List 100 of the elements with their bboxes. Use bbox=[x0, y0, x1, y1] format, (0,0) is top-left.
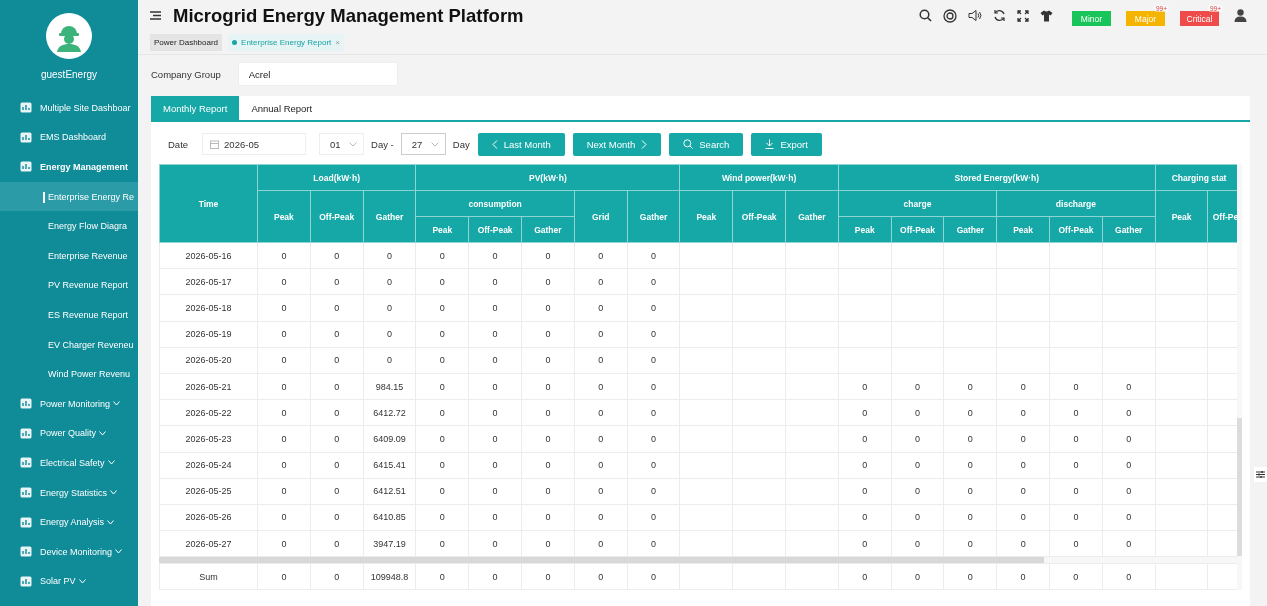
table-cell: 0 bbox=[1102, 425, 1156, 452]
table-cell: 0 bbox=[627, 347, 680, 374]
table-cell: 0 bbox=[627, 563, 680, 590]
table-cell: 0 bbox=[257, 321, 311, 348]
date-cell: 2026-05-22 bbox=[159, 399, 258, 426]
refresh-icon[interactable] bbox=[993, 9, 1006, 23]
submenu-item[interactable]: Energy Flow Diagra bbox=[0, 211, 138, 241]
table-cell: 0 bbox=[521, 563, 575, 590]
table-cell: 0 bbox=[891, 478, 944, 505]
shirt-icon[interactable] bbox=[1040, 9, 1053, 22]
toolbar-button[interactable]: Search bbox=[669, 132, 744, 156]
sidebar-item[interactable]: Device Monitoring bbox=[0, 536, 138, 567]
day-select[interactable]: 01 bbox=[319, 133, 365, 155]
chart-icon bbox=[20, 487, 32, 498]
table-cell: 0 bbox=[574, 268, 628, 295]
table-cell: 0 bbox=[415, 530, 469, 557]
horizontal-scrollbar[interactable] bbox=[159, 557, 1237, 564]
sidebar-item[interactable]: EMS Dashboard bbox=[0, 122, 138, 153]
toolbar-button[interactable]: Next Month bbox=[572, 132, 662, 156]
table-cell: 0 bbox=[627, 268, 680, 295]
table-cell: 0 bbox=[310, 242, 364, 269]
table-cell: 0 bbox=[257, 563, 311, 590]
chevron-down-icon bbox=[110, 490, 118, 495]
report-tab[interactable]: Monthly Report bbox=[151, 96, 240, 120]
table-cell: 0 bbox=[415, 268, 469, 295]
table-cell: 0 bbox=[257, 347, 311, 374]
submenu-item[interactable]: EV Charger Reveneu bbox=[0, 329, 138, 360]
date-cell: 2026-05-20 bbox=[159, 347, 258, 374]
column-header: Time bbox=[159, 164, 258, 243]
table-cell: 0 bbox=[415, 504, 469, 531]
table-cell: 0 bbox=[521, 268, 575, 295]
toolbar-button[interactable]: Last Month bbox=[477, 132, 565, 156]
report-tab[interactable]: Annual Report bbox=[239, 96, 325, 120]
app-title: Microgrid Energy Management Platform bbox=[173, 4, 524, 27]
date-field[interactable]: 2026-05 bbox=[202, 133, 307, 155]
sidebar-item[interactable]: Solar PV bbox=[0, 566, 138, 597]
chevron-right-icon bbox=[641, 139, 648, 149]
vertical-scrollbar[interactable] bbox=[1237, 164, 1242, 591]
table-cell: 0 bbox=[310, 425, 364, 452]
chart-icon bbox=[20, 131, 32, 143]
date-cell: 2026-05-24 bbox=[159, 452, 258, 479]
table-cell: 0 bbox=[257, 504, 311, 531]
page-tab[interactable]: Enterprise Energy Report × bbox=[228, 34, 344, 52]
search-icon[interactable] bbox=[919, 9, 932, 23]
submenu-item[interactable]: Enterprise Revenue bbox=[0, 240, 138, 271]
alarm-badge-button[interactable]: Minor bbox=[1072, 11, 1111, 27]
close-button[interactable]: × bbox=[335, 38, 340, 48]
table-cell: 0 bbox=[574, 294, 628, 322]
table-cell: 0 bbox=[943, 563, 997, 590]
table-cell: 0 bbox=[627, 425, 680, 452]
table-cell: 0 bbox=[574, 530, 628, 557]
table-cell: 0 bbox=[838, 425, 892, 452]
table-cell: 0 bbox=[838, 530, 892, 557]
table-cell: 0 bbox=[310, 478, 364, 505]
table-cell: 0 bbox=[310, 530, 364, 557]
table-cell: 0 bbox=[415, 399, 469, 426]
sidebar-item[interactable]: Energy Statistics bbox=[0, 477, 138, 508]
table-cell: 0 bbox=[257, 268, 311, 295]
sidebar-item[interactable]: Electrical Safety bbox=[0, 448, 138, 478]
table-cell: 984.15 bbox=[363, 373, 416, 400]
table-cell: 0 bbox=[468, 504, 522, 531]
table-cell: 0 bbox=[310, 268, 364, 295]
submenu-item[interactable]: Wind Power Revenu bbox=[0, 359, 138, 389]
alarm-badge-button[interactable]: Critical bbox=[1180, 11, 1219, 27]
table-cell: 0 bbox=[943, 452, 997, 479]
company-group-field[interactable]: Acrel bbox=[237, 62, 398, 86]
table-cell: 0 bbox=[521, 347, 575, 374]
table-cell: 0 bbox=[310, 399, 364, 426]
sidebar-item[interactable]: Power Monitoring bbox=[0, 388, 138, 419]
fullscreen-icon[interactable] bbox=[1017, 9, 1029, 22]
submenu-item[interactable]: ES Revenue Report bbox=[0, 300, 138, 330]
sidebar-item[interactable]: Energy Analysis bbox=[0, 507, 138, 537]
column-group-header: Stored Energy(kW·h) bbox=[838, 164, 1156, 191]
column-group-header: Wind power(kW·h) bbox=[679, 164, 839, 191]
lifebuoy-icon[interactable] bbox=[943, 8, 957, 23]
menu-icon[interactable] bbox=[150, 11, 161, 21]
chevron-left-icon bbox=[491, 139, 498, 149]
user-icon[interactable] bbox=[1234, 9, 1247, 23]
table-cell: 0 bbox=[468, 452, 522, 479]
column-header: Gather bbox=[785, 190, 839, 243]
table-cell: 0 bbox=[1102, 504, 1156, 531]
sidebar-item[interactable]: Multiple Site Dashboar bbox=[0, 93, 138, 123]
submenu-item[interactable]: PV Revenue Report bbox=[0, 270, 138, 301]
table-cell: 0 bbox=[468, 425, 522, 452]
table-cell: 0 bbox=[363, 268, 416, 295]
chart-icon bbox=[20, 516, 32, 528]
sidebar-item[interactable]: Energy Management bbox=[0, 152, 138, 182]
table-cell: 0 bbox=[838, 504, 892, 531]
search-icon bbox=[683, 139, 694, 149]
table-cell: 0 bbox=[468, 478, 522, 505]
table-cell: 0 bbox=[257, 373, 311, 400]
sidebar-item[interactable]: Power Quality bbox=[0, 418, 138, 449]
speaker-icon[interactable] bbox=[968, 9, 982, 23]
table-cell: 0 bbox=[891, 530, 944, 557]
page-tab[interactable]: Power Dashboard bbox=[150, 34, 223, 52]
chevron-down-icon bbox=[349, 141, 358, 147]
settings-icon[interactable] bbox=[1254, 467, 1267, 482]
toolbar-button[interactable]: Export bbox=[751, 132, 822, 156]
submenu-item[interactable]: Enterprise Energy Re bbox=[0, 181, 138, 212]
day-select[interactable]: 27 bbox=[400, 133, 446, 155]
